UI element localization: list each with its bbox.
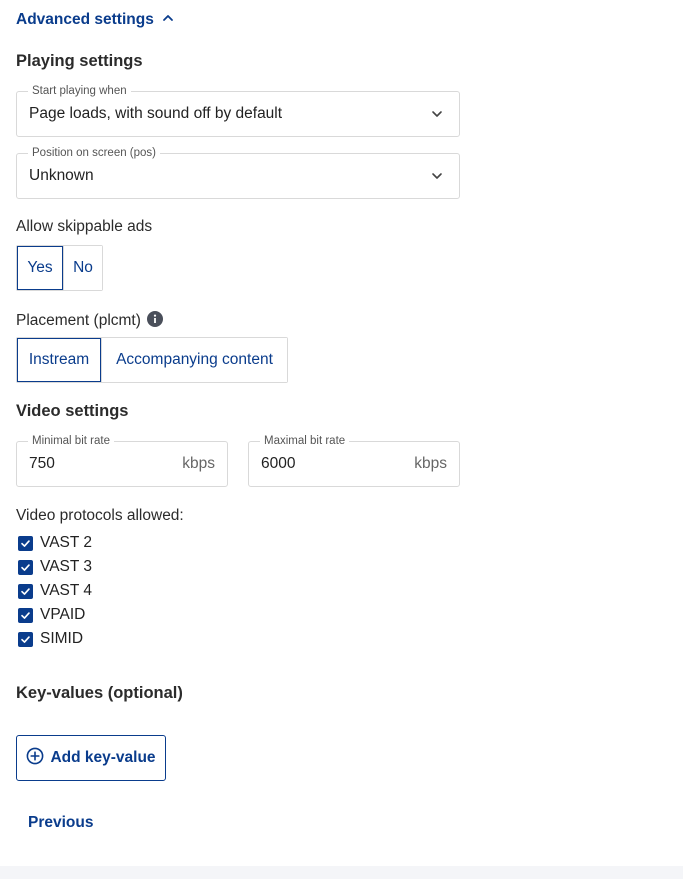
skippable-label: Allow skippable ads <box>16 218 153 235</box>
protocol-checkbox-row[interactable]: VAST 2 <box>18 533 92 553</box>
placement-toggle-group: Instream Accompanying content <box>16 337 288 383</box>
max-bitrate-label: Maximal bit rate <box>260 434 350 448</box>
skippable-yes-button[interactable]: Yes <box>17 246 63 290</box>
checkbox-checked[interactable] <box>18 607 33 623</box>
placement-label-row: Placement (plcmt) <box>16 311 163 330</box>
max-bitrate-value: 6000 <box>261 455 296 472</box>
min-bitrate-unit: kbps <box>182 455 215 472</box>
min-bitrate-input[interactable]: Minimal bit rate 750 kbps <box>16 434 228 487</box>
footer-band <box>0 866 683 879</box>
start-playing-label: Start playing when <box>28 84 131 98</box>
skippable-toggle-group: Yes No <box>16 245 103 291</box>
protocol-checkbox-row[interactable]: SIMID <box>18 629 83 649</box>
protocol-label: VAST 4 <box>40 582 92 599</box>
min-bitrate-value: 750 <box>29 455 55 472</box>
min-bitrate-label: Minimal bit rate <box>28 434 114 448</box>
checkbox-checked[interactable] <box>18 535 33 551</box>
protocol-checkbox-row[interactable]: VAST 3 <box>18 557 92 577</box>
protocols-label: Video protocols allowed: <box>16 507 184 524</box>
max-bitrate-unit: kbps <box>414 455 447 472</box>
protocol-checkbox-row[interactable]: VPAID <box>18 605 85 625</box>
chevron-up-icon <box>162 11 174 29</box>
chevron-down-icon <box>432 111 442 117</box>
placement-accompanying-button[interactable]: Accompanying content <box>101 338 287 382</box>
advanced-settings-toggle[interactable]: Advanced settings <box>16 9 174 31</box>
protocol-label: VAST 2 <box>40 534 92 551</box>
plus-circle-icon <box>26 747 44 770</box>
info-icon[interactable] <box>146 311 163 327</box>
position-label: Position on screen (pos) <box>28 146 161 160</box>
protocol-checkbox-row[interactable]: VAST 4 <box>18 581 92 601</box>
playing-settings-heading: Playing settings <box>16 52 143 70</box>
advanced-settings-label: Advanced settings <box>16 11 154 28</box>
start-playing-select[interactable]: Start playing when Page loads, with soun… <box>16 84 460 137</box>
video-settings-heading: Video settings <box>16 402 129 420</box>
checkbox-checked[interactable] <box>18 559 33 575</box>
previous-button[interactable]: Previous <box>28 814 93 832</box>
checkbox-checked[interactable] <box>18 631 33 647</box>
position-value: Unknown <box>29 167 94 184</box>
position-select[interactable]: Position on screen (pos) Unknown <box>16 146 460 199</box>
placement-instream-button[interactable]: Instream <box>17 338 101 382</box>
protocol-label: SIMID <box>40 630 84 647</box>
protocol-label: VPAID <box>40 606 86 623</box>
start-playing-value: Page loads, with sound off by default <box>29 105 283 122</box>
skippable-no-button[interactable]: No <box>63 246 102 290</box>
chevron-down-icon <box>432 173 442 179</box>
max-bitrate-input[interactable]: Maximal bit rate 6000 kbps <box>248 434 460 487</box>
protocol-label: VAST 3 <box>40 558 92 575</box>
checkbox-checked[interactable] <box>18 583 33 599</box>
key-values-heading: Key-values (optional) <box>16 684 183 702</box>
add-key-value-button[interactable]: Add key-value <box>16 735 166 781</box>
add-key-value-label: Add key-value <box>50 749 156 766</box>
placement-label: Placement (plcmt) <box>16 312 141 329</box>
